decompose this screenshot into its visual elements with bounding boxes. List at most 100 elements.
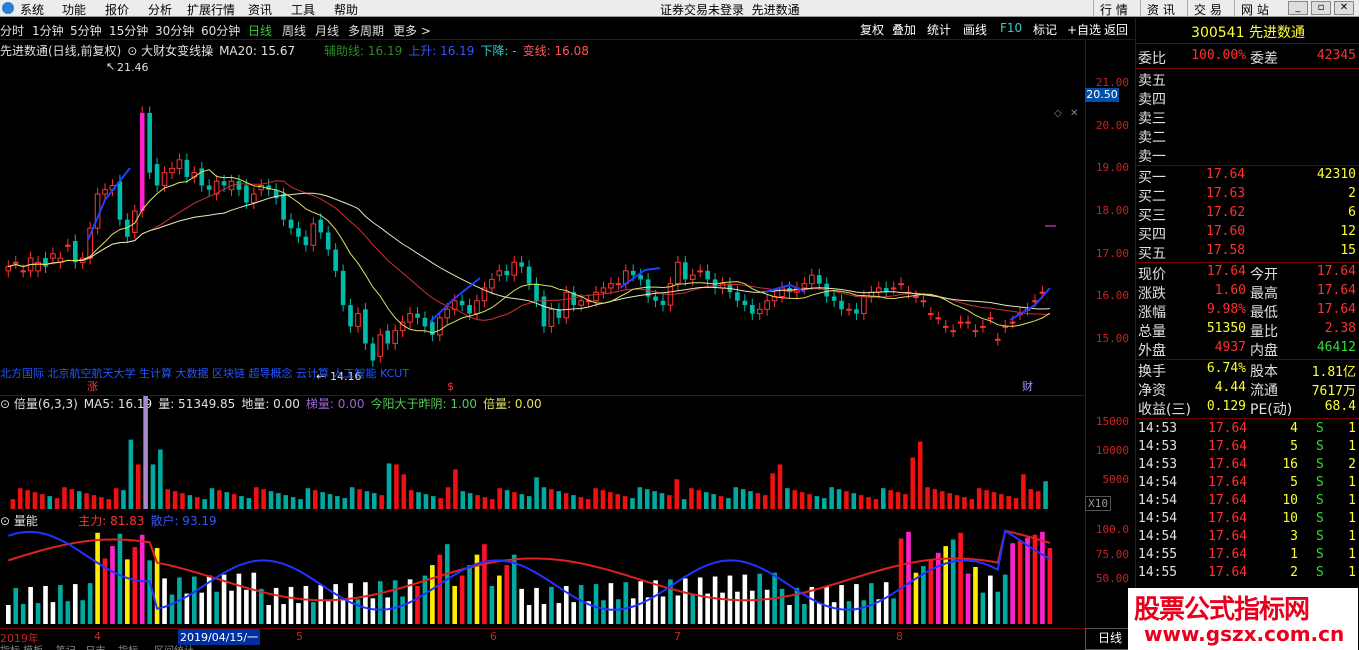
- period-tab-15min[interactable]: 15分钟: [109, 22, 148, 39]
- candle[interactable]: [340, 270, 346, 306]
- menu-item-system[interactable]: 系统: [20, 1, 44, 18]
- buy-row[interactable]: 买三 17.62 6: [1136, 205, 1359, 224]
- candle[interactable]: [913, 296, 919, 298]
- candle[interactable]: [422, 317, 428, 327]
- candle[interactable]: [496, 270, 503, 276]
- candle[interactable]: [534, 283, 539, 301]
- menu-item-news[interactable]: 资讯: [248, 1, 272, 18]
- candle[interactable]: [318, 219, 324, 233]
- menu-item-extended[interactable]: 扩展行情: [187, 1, 235, 18]
- candle[interactable]: [689, 274, 696, 280]
- candle[interactable]: [489, 278, 495, 289]
- candle[interactable]: [950, 330, 956, 333]
- candle[interactable]: [370, 343, 376, 361]
- candle[interactable]: [742, 300, 748, 306]
- candle[interactable]: [325, 232, 331, 250]
- candle[interactable]: [683, 262, 688, 280]
- candle[interactable]: [660, 300, 666, 306]
- candle[interactable]: [176, 159, 183, 169]
- nav-quotes-button[interactable]: 行 情: [1093, 0, 1134, 17]
- period-tab-daily[interactable]: 日线: [248, 22, 272, 39]
- tool-stats-button[interactable]: 统计: [924, 21, 954, 38]
- candle[interactable]: [511, 261, 518, 276]
- candle[interactable]: [102, 189, 108, 195]
- candle[interactable]: [12, 261, 19, 264]
- buy-row[interactable]: 买一 17.64 42310: [1136, 167, 1359, 186]
- candle[interactable]: [333, 249, 338, 271]
- candle[interactable]: [5, 266, 12, 272]
- candle[interactable]: [801, 283, 808, 289]
- buy-row[interactable]: 买五 17.58 15: [1136, 243, 1359, 262]
- candle[interactable]: [593, 291, 599, 302]
- candle[interactable]: [630, 270, 636, 276]
- candle[interactable]: [161, 172, 168, 186]
- candle[interactable]: [861, 296, 867, 315]
- candle[interactable]: [72, 240, 78, 263]
- candle[interactable]: [615, 283, 622, 286]
- candle[interactable]: [846, 308, 852, 311]
- menu-item-analysis[interactable]: 分析: [148, 1, 172, 18]
- sell-row[interactable]: 卖五: [1136, 70, 1359, 89]
- candle[interactable]: [65, 244, 71, 247]
- candle[interactable]: [169, 167, 175, 174]
- candle[interactable]: [310, 223, 317, 246]
- restore-icon[interactable]: ▫: [1311, 1, 1331, 15]
- candle[interactable]: [608, 283, 614, 289]
- candle[interactable]: [735, 292, 740, 301]
- candle[interactable]: [972, 330, 979, 333]
- period-tab-30min[interactable]: 30分钟: [155, 22, 194, 39]
- sell-row[interactable]: 卖三: [1136, 108, 1359, 127]
- menu-item-quote[interactable]: 报价: [105, 1, 129, 18]
- candle[interactable]: [957, 321, 964, 324]
- tool-mark-button[interactable]: 标记: [1030, 21, 1060, 38]
- tool-adjust-button[interactable]: 复权: [857, 21, 887, 38]
- tool-draw-button[interactable]: 画线: [960, 21, 990, 38]
- candle[interactable]: [117, 181, 123, 220]
- candle[interactable]: [756, 308, 763, 315]
- candle[interactable]: [244, 185, 249, 203]
- candle[interactable]: [816, 275, 822, 284]
- candle[interactable]: [600, 287, 607, 293]
- candle[interactable]: [928, 313, 934, 316]
- candle[interactable]: [467, 305, 472, 314]
- tool-f10-button[interactable]: F10: [997, 21, 1025, 35]
- candle[interactable]: [831, 296, 837, 301]
- candle[interactable]: [221, 181, 227, 186]
- candle[interactable]: [854, 309, 859, 314]
- candle[interactable]: [474, 300, 480, 315]
- candle[interactable]: [839, 300, 844, 310]
- candle[interactable]: [808, 274, 815, 285]
- candle[interactable]: [459, 300, 465, 306]
- tool-back-button[interactable]: 返回: [1101, 21, 1131, 38]
- tool-overlay-button[interactable]: 叠加: [889, 21, 919, 38]
- candle[interactable]: [50, 253, 56, 259]
- candle[interactable]: [965, 321, 971, 324]
- candle[interactable]: [355, 313, 361, 327]
- candle[interactable]: [563, 291, 570, 319]
- candle[interactable]: [705, 270, 710, 280]
- candle[interactable]: [1039, 291, 1046, 294]
- nav-site-button[interactable]: 网 站: [1234, 0, 1275, 17]
- candle[interactable]: [942, 325, 949, 328]
- candle[interactable]: [415, 313, 420, 318]
- candle[interactable]: [697, 270, 704, 273]
- candle[interactable]: [444, 308, 451, 319]
- minimize-icon[interactable]: _: [1288, 1, 1308, 15]
- candle[interactable]: [764, 300, 770, 310]
- candle[interactable]: [779, 287, 785, 298]
- candle[interactable]: [296, 228, 301, 237]
- candle[interactable]: [1009, 321, 1016, 324]
- candle[interactable]: [890, 287, 897, 290]
- candle[interactable]: [385, 330, 391, 344]
- candle[interactable]: [348, 305, 353, 327]
- candle[interactable]: [749, 305, 755, 314]
- candle[interactable]: [43, 258, 48, 267]
- period-tab-5min[interactable]: 5分钟: [70, 22, 102, 39]
- candle[interactable]: [578, 300, 584, 306]
- candle[interactable]: [987, 317, 994, 320]
- candle[interactable]: [526, 266, 532, 284]
- candle[interactable]: [1032, 300, 1038, 303]
- candlestick-chart[interactable]: ◇ ✕ ↖ 21.46 ← 14.16 北方国际 北京航空航天大学 生计算 大数…: [0, 60, 1085, 393]
- diamond-icon[interactable]: ◇: [1054, 108, 1062, 119]
- buy-row[interactable]: 买四 17.60 12: [1136, 224, 1359, 243]
